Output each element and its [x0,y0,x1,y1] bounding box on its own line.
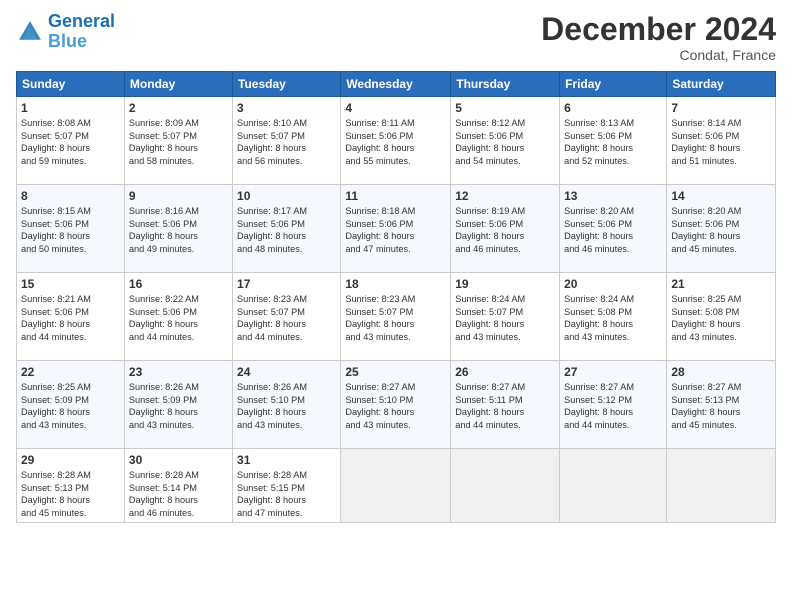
table-row: 6Sunrise: 8:13 AMSunset: 5:06 PMDaylight… [560,97,667,185]
table-row [341,449,451,523]
table-row [451,449,560,523]
col-friday: Friday [560,72,667,97]
table-row [667,449,776,523]
col-tuesday: Tuesday [233,72,341,97]
table-row: 20Sunrise: 8:24 AMSunset: 5:08 PMDayligh… [560,273,667,361]
table-row: 11Sunrise: 8:18 AMSunset: 5:06 PMDayligh… [341,185,451,273]
table-row: 30Sunrise: 8:28 AMSunset: 5:14 PMDayligh… [124,449,232,523]
table-row: 28Sunrise: 8:27 AMSunset: 5:13 PMDayligh… [667,361,776,449]
table-row: 2Sunrise: 8:09 AMSunset: 5:07 PMDaylight… [124,97,232,185]
table-row: 13Sunrise: 8:20 AMSunset: 5:06 PMDayligh… [560,185,667,273]
table-row: 1Sunrise: 8:08 AMSunset: 5:07 PMDaylight… [17,97,125,185]
table-row: 24Sunrise: 8:26 AMSunset: 5:10 PMDayligh… [233,361,341,449]
table-row: 27Sunrise: 8:27 AMSunset: 5:12 PMDayligh… [560,361,667,449]
table-row: 29Sunrise: 8:28 AMSunset: 5:13 PMDayligh… [17,449,125,523]
col-monday: Monday [124,72,232,97]
table-row: 12Sunrise: 8:19 AMSunset: 5:06 PMDayligh… [451,185,560,273]
table-row: 16Sunrise: 8:22 AMSunset: 5:06 PMDayligh… [124,273,232,361]
location: Condat, France [541,47,776,63]
col-wednesday: Wednesday [341,72,451,97]
logo-icon [16,18,44,46]
table-row: 4Sunrise: 8:11 AMSunset: 5:06 PMDaylight… [341,97,451,185]
col-sunday: Sunday [17,72,125,97]
col-thursday: Thursday [451,72,560,97]
table-row: 18Sunrise: 8:23 AMSunset: 5:07 PMDayligh… [341,273,451,361]
table-row: 23Sunrise: 8:26 AMSunset: 5:09 PMDayligh… [124,361,232,449]
table-row: 17Sunrise: 8:23 AMSunset: 5:07 PMDayligh… [233,273,341,361]
table-row: 14Sunrise: 8:20 AMSunset: 5:06 PMDayligh… [667,185,776,273]
table-row: 31Sunrise: 8:28 AMSunset: 5:15 PMDayligh… [233,449,341,523]
table-row [560,449,667,523]
calendar-week-3: 15Sunrise: 8:21 AMSunset: 5:06 PMDayligh… [17,273,776,361]
logo: GeneralBlue [16,12,115,52]
table-row: 26Sunrise: 8:27 AMSunset: 5:11 PMDayligh… [451,361,560,449]
table-row: 25Sunrise: 8:27 AMSunset: 5:10 PMDayligh… [341,361,451,449]
header-row: Sunday Monday Tuesday Wednesday Thursday… [17,72,776,97]
page-container: GeneralBlue December 2024 Condat, France… [0,0,792,531]
table-row: 3Sunrise: 8:10 AMSunset: 5:07 PMDaylight… [233,97,341,185]
table-row: 7Sunrise: 8:14 AMSunset: 5:06 PMDaylight… [667,97,776,185]
table-row: 9Sunrise: 8:16 AMSunset: 5:06 PMDaylight… [124,185,232,273]
month-title: December 2024 [541,12,776,47]
logo-text: GeneralBlue [48,12,115,52]
calendar-week-4: 22Sunrise: 8:25 AMSunset: 5:09 PMDayligh… [17,361,776,449]
header: GeneralBlue December 2024 Condat, France [16,12,776,63]
calendar-week-1: 1Sunrise: 8:08 AMSunset: 5:07 PMDaylight… [17,97,776,185]
calendar-week-2: 8Sunrise: 8:15 AMSunset: 5:06 PMDaylight… [17,185,776,273]
table-row: 21Sunrise: 8:25 AMSunset: 5:08 PMDayligh… [667,273,776,361]
col-saturday: Saturday [667,72,776,97]
calendar-week-5: 29Sunrise: 8:28 AMSunset: 5:13 PMDayligh… [17,449,776,523]
table-row: 8Sunrise: 8:15 AMSunset: 5:06 PMDaylight… [17,185,125,273]
table-row: 15Sunrise: 8:21 AMSunset: 5:06 PMDayligh… [17,273,125,361]
table-row: 5Sunrise: 8:12 AMSunset: 5:06 PMDaylight… [451,97,560,185]
table-row: 22Sunrise: 8:25 AMSunset: 5:09 PMDayligh… [17,361,125,449]
title-block: December 2024 Condat, France [541,12,776,63]
table-row: 10Sunrise: 8:17 AMSunset: 5:06 PMDayligh… [233,185,341,273]
calendar-table: Sunday Monday Tuesday Wednesday Thursday… [16,71,776,523]
table-row: 19Sunrise: 8:24 AMSunset: 5:07 PMDayligh… [451,273,560,361]
